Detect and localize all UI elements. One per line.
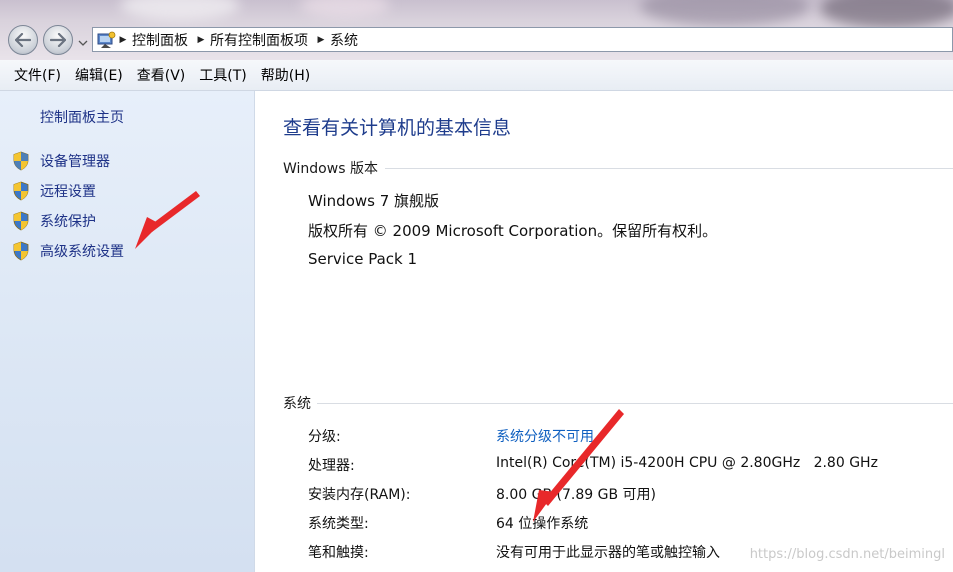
sidebar-item-advanced-system-settings[interactable]: 高级系统设置 — [12, 240, 124, 262]
processor-value: Intel(R) Core(TM) i5-4200H CPU @ 2.80GHz… — [496, 455, 878, 471]
breadcrumb-separator-icon[interactable]: ▶ — [116, 35, 130, 45]
breadcrumb-separator-icon[interactable]: ▶ — [314, 35, 328, 45]
system-type-value: 64 位操作系统 — [496, 516, 589, 532]
sidebar-item-label: 系统保护 — [40, 214, 96, 230]
sidebar-item-remote-settings[interactable]: 远程设置 — [12, 180, 96, 202]
edition-section-header: Windows 版本 — [283, 161, 378, 177]
background-decoration — [300, 0, 390, 18]
processor-label: 处理器: — [308, 458, 355, 474]
sidebar-item-device-manager[interactable]: 设备管理器 — [12, 150, 110, 172]
page-title: 查看有关计算机的基本信息 — [283, 117, 512, 139]
back-button[interactable] — [8, 25, 38, 55]
rating-label: 分级: — [308, 429, 341, 445]
recent-pages-dropdown[interactable] — [77, 34, 89, 46]
background-decoration — [820, 0, 953, 28]
menu-tools[interactable]: 工具(T) — [192, 65, 253, 85]
ram-label: 安装内存(RAM): — [308, 487, 411, 503]
section-divider — [317, 403, 953, 404]
windows-edition: Windows 7 旗舰版 — [308, 192, 440, 210]
menu-file[interactable]: 文件(F) — [7, 65, 68, 85]
shield-icon — [13, 241, 29, 261]
address-bar[interactable]: ▶ 控制面板 ▶ 所有控制面板项 ▶ 系统 — [92, 27, 953, 52]
arrow-right-icon — [50, 33, 66, 47]
rating-link[interactable]: 系统分级不可用 — [496, 426, 594, 446]
sidebar-item-label: 远程设置 — [40, 184, 96, 200]
chevron-down-icon — [78, 40, 88, 46]
menu-edit[interactable]: 编辑(E) — [68, 65, 130, 85]
shield-icon — [13, 181, 29, 201]
breadcrumb-all-items[interactable]: 所有控制面板项 — [208, 30, 314, 50]
sidebar-home-link[interactable]: 控制面板主页 — [40, 107, 124, 127]
system-type-label: 系统类型: — [308, 516, 369, 532]
main-content: 查看有关计算机的基本信息 Windows 版本 Windows 7 旗舰版 版权… — [255, 91, 953, 572]
background-decoration — [640, 0, 810, 26]
window-titlebar: ▶ 控制面板 ▶ 所有控制面板项 ▶ 系统 — [0, 0, 953, 60]
system-section-header: 系统 — [283, 396, 311, 412]
shield-icon — [13, 211, 29, 231]
control-panel-icon — [97, 31, 116, 48]
sidebar-item-label: 设备管理器 — [40, 154, 110, 170]
service-pack: Service Pack 1 — [308, 250, 418, 268]
menu-bar: 文件(F) 编辑(E) 查看(V) 工具(T) 帮助(H) — [0, 60, 953, 91]
sidebar-item-label: 高级系统设置 — [40, 244, 124, 260]
arrow-left-icon — [15, 33, 31, 47]
shield-icon — [13, 151, 29, 171]
section-divider — [385, 168, 953, 169]
breadcrumb-control-panel[interactable]: 控制面板 — [130, 30, 194, 50]
task-sidebar: 控制面板主页 设备管理器 远程设置 系统保护 高级系统设置 — [0, 91, 255, 572]
forward-button[interactable] — [43, 25, 73, 55]
breadcrumb-system[interactable]: 系统 — [328, 30, 364, 50]
pen-touch-value: 没有可用于此显示器的笔或触控输入 — [496, 545, 720, 561]
menu-view[interactable]: 查看(V) — [130, 65, 193, 85]
pen-touch-label: 笔和触摸: — [308, 545, 369, 561]
menu-help[interactable]: 帮助(H) — [254, 65, 317, 85]
breadcrumb-separator-icon[interactable]: ▶ — [194, 35, 208, 45]
sidebar-item-system-protection[interactable]: 系统保护 — [12, 210, 96, 232]
background-decoration — [120, 0, 240, 20]
watermark: https://blog.csdn.net/beimingl — [749, 547, 945, 562]
ram-value: 8.00 GB (7.89 GB 可用) — [496, 487, 656, 503]
copyright-text: 版权所有 © 2009 Microsoft Corporation。保留所有权利… — [308, 222, 718, 240]
